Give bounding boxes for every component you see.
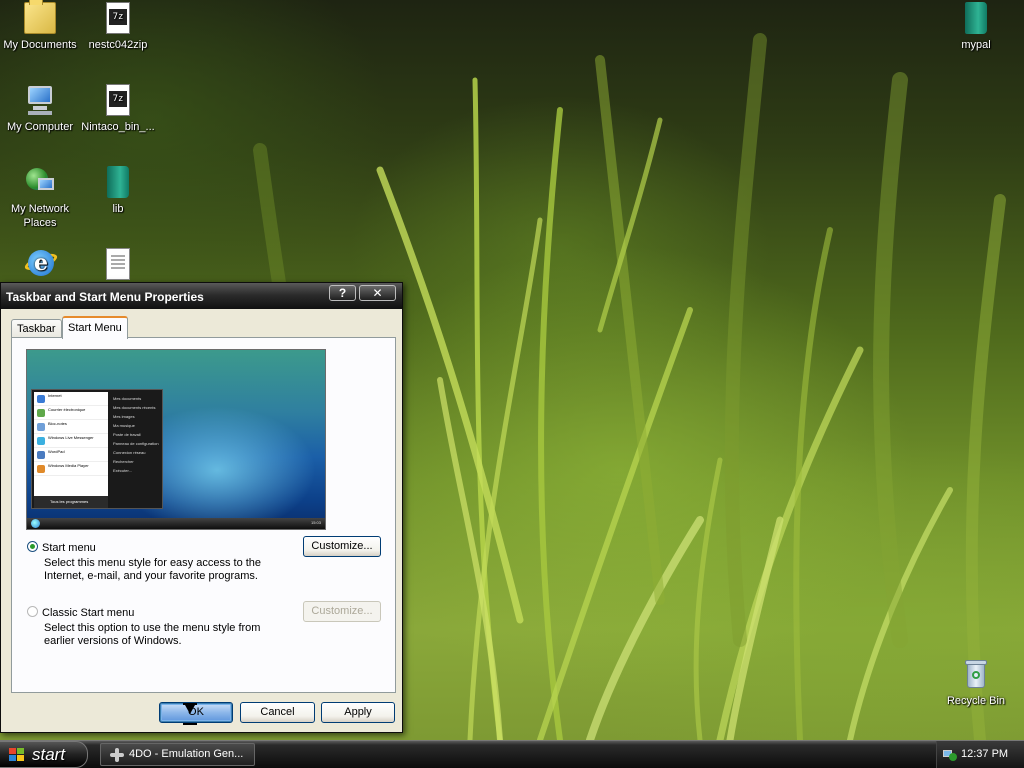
preview-item: Bloc-notes	[34, 420, 108, 434]
customize-classic-menu-button[interactable]: Customize...	[303, 601, 381, 622]
desktop-icon-nintaco[interactable]: Nintaco_bin_...	[78, 84, 158, 134]
preview-item: Courrier électronique	[34, 406, 108, 420]
preview-item: WordPad	[34, 448, 108, 462]
desktop-icon-text-document[interactable]	[78, 248, 158, 284]
computer-icon	[24, 84, 56, 116]
archive-file-icon	[106, 84, 130, 116]
desktop-icon-label: Nintaco_bin_...	[81, 121, 155, 133]
dialog-title: Taskbar and Start Menu Properties	[6, 290, 204, 304]
desktop-icon-label: Recycle Bin	[946, 695, 1006, 707]
classic-start-menu-radio-label: Classic Start menu	[42, 607, 135, 619]
archive-file-icon	[106, 2, 130, 34]
preview-left-column: Internet Courrier électronique Bloc-note…	[34, 392, 108, 496]
preview-clock: 15:03	[310, 520, 321, 525]
preview-item: Ma musique	[113, 423, 135, 428]
close-button[interactable]: ✕	[359, 285, 396, 301]
preview-item: Mes documents récents	[113, 405, 156, 410]
preview-item: Exécuter...	[113, 468, 132, 473]
preview-item: Mes images	[113, 414, 135, 419]
preview-item: Windows Media Player	[34, 462, 108, 476]
desktop-icon-my-documents[interactable]: My Documents	[0, 0, 80, 52]
preview-start-orb-icon	[31, 519, 40, 528]
windows-logo-icon	[9, 748, 25, 762]
desktop-icon-label: mypal	[961, 39, 991, 51]
book-icon	[965, 2, 987, 34]
taskbar-item-4do[interactable]: 4DO - Emulation Gen...	[100, 743, 255, 766]
classic-start-menu-radio[interactable]	[27, 606, 38, 617]
taskbar-start-menu-properties-dialog: Taskbar and Start Menu Properties ? ✕ Ta…	[0, 282, 403, 733]
tab-start-menu[interactable]: Start Menu	[62, 316, 128, 339]
customize-start-menu-button[interactable]: Customize...	[303, 536, 381, 557]
start-menu-preview-image: Internet Courrier électronique Bloc-note…	[26, 349, 326, 530]
desktop-icon-nestc[interactable]: nestc042zip	[78, 2, 158, 52]
preview-taskbar: 15:03	[27, 518, 325, 529]
start-menu-radio-label: Start menu	[42, 542, 96, 554]
desktop-icon-label: lib	[112, 203, 124, 215]
start-menu-radio[interactable]	[27, 541, 38, 552]
desktop-icon-my-network[interactable]: My Network Places	[0, 166, 80, 230]
preview-item: Windows Live Messenger	[34, 434, 108, 448]
desktop-icon-recycle-bin[interactable]: Recycle Bin	[936, 658, 1016, 708]
network-places-icon	[24, 166, 56, 198]
desktop-icon-mypal[interactable]: mypal	[936, 2, 1016, 52]
preview-item: Internet	[34, 392, 108, 406]
apply-button[interactable]: Apply	[321, 702, 395, 723]
tab-taskbar[interactable]: Taskbar	[11, 319, 62, 338]
classic-start-menu-description: Select this option to use the menu style…	[44, 622, 261, 647]
taskbar: start 4DO - Emulation Gen... 12:37 PM	[0, 740, 1024, 768]
gamepad-icon	[110, 748, 124, 762]
system-tray: 12:37 PM	[936, 741, 1024, 768]
desktop-icon-label: nestc042zip	[88, 39, 148, 51]
preview-item: Panneau de configuration	[113, 441, 159, 446]
cancel-button[interactable]: Cancel	[240, 702, 315, 723]
desktop-icon-label: My Documents	[3, 39, 77, 51]
book-icon	[107, 166, 129, 198]
start-menu-description: Select this menu style for easy access t…	[44, 557, 262, 582]
desktop-icon-label: My Network Places	[10, 203, 70, 229]
desktop-icon-label: My Computer	[6, 121, 74, 133]
start-button-label: start	[32, 745, 66, 764]
preview-item: Connexion réseau	[113, 450, 146, 455]
start-menu-option[interactable]: Start menu	[27, 541, 96, 554]
preview-start-menu: Internet Courrier électronique Bloc-note…	[31, 389, 163, 509]
security-status-icon[interactable]	[943, 747, 957, 761]
desktop-icon-my-computer[interactable]: My Computer	[0, 84, 80, 134]
start-button[interactable]: start	[0, 741, 88, 768]
busy-cursor-icon	[183, 703, 197, 725]
preview-item: Rechercher	[113, 459, 134, 464]
preview-all-programs: Tous les programmes	[34, 496, 108, 508]
taskbar-clock[interactable]: 12:37 PM	[961, 741, 1008, 767]
classic-start-menu-option[interactable]: Classic Start menu	[27, 606, 134, 619]
help-button[interactable]: ?	[329, 285, 356, 301]
taskbar-item-label: 4DO - Emulation Gen...	[129, 748, 244, 760]
start-menu-tab-panel: Internet Courrier électronique Bloc-note…	[11, 337, 396, 693]
preview-item: Poste de travail	[113, 432, 141, 437]
recycle-bin-icon	[960, 658, 992, 690]
text-document-icon	[106, 248, 130, 280]
desktop-icon-internet-explorer[interactable]: e	[0, 248, 80, 284]
preview-item: Mes documents	[113, 396, 142, 401]
dialog-titlebar[interactable]: Taskbar and Start Menu Properties ? ✕	[1, 283, 402, 309]
desktop-icon-lib[interactable]: lib	[78, 166, 158, 216]
preview-right-column: Mes documents Mes documents récents Mes …	[110, 394, 162, 475]
folder-icon	[24, 0, 56, 34]
internet-explorer-icon: e	[22, 248, 60, 280]
